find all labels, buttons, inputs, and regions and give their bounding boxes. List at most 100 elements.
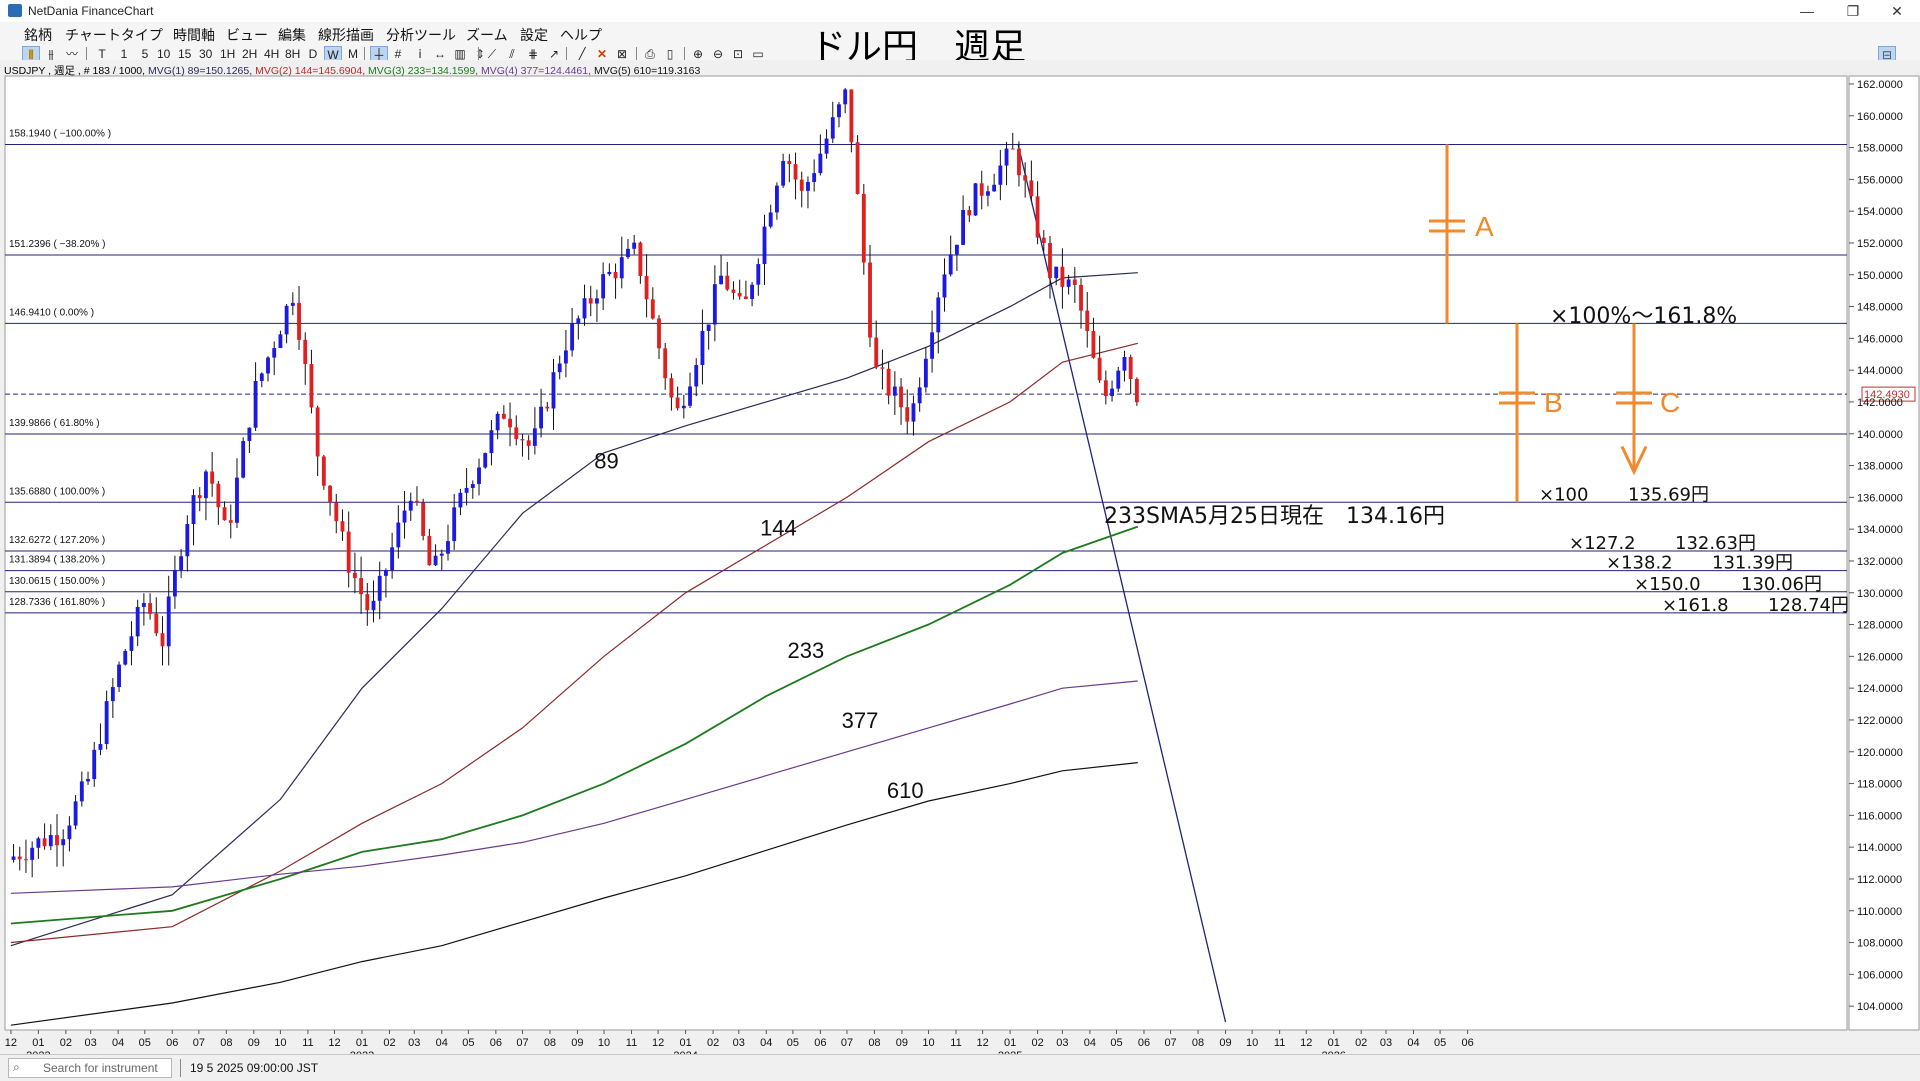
candle-body <box>855 142 860 194</box>
candle-body <box>390 547 395 571</box>
x-month-label: 09 <box>248 1037 260 1049</box>
x-month-label: 08 <box>1192 1037 1204 1049</box>
close-button[interactable]: ✕ <box>1874 0 1920 22</box>
candle-body <box>688 386 692 406</box>
candle-body <box>806 181 810 191</box>
x-month-label: 09 <box>1219 1037 1231 1049</box>
candle-body <box>259 373 264 381</box>
menu-analysis-tools[interactable]: 分析ツール <box>386 25 456 45</box>
menu-line-drawing[interactable]: 線形描画 <box>318 25 374 45</box>
menu-help[interactable]: ヘルプ <box>560 25 602 45</box>
maximize-button[interactable]: ❐ <box>1830 0 1876 22</box>
ma-label-233: 233 <box>788 638 825 663</box>
y-tick-label: 154.0000 <box>1857 206 1903 218</box>
candle-body <box>179 556 184 570</box>
status-time: 19 5 2025 09:00:00 JST <box>190 1061 319 1075</box>
x-month-label: 09 <box>571 1037 583 1049</box>
candle-body <box>1066 279 1071 287</box>
candle-body <box>967 209 972 216</box>
candle-body <box>861 193 866 263</box>
x-month-label: 07 <box>516 1037 528 1049</box>
candle-body <box>1017 148 1021 176</box>
candle-body <box>365 594 370 611</box>
x-month-label: 06 <box>1138 1037 1150 1049</box>
menu-instrument[interactable]: 銘柄 <box>24 25 52 45</box>
candle-body <box>923 358 928 388</box>
y-tick-label: 138.0000 <box>1857 461 1903 473</box>
y-tick-label: 158.0000 <box>1857 143 1903 155</box>
y-tick-label: 124.0000 <box>1857 683 1903 695</box>
candle-body <box>253 380 258 428</box>
candle-body <box>92 749 97 780</box>
candle-body <box>570 323 575 351</box>
y-tick-label: 150.0000 <box>1857 270 1903 282</box>
y-tick-label: 130.0000 <box>1857 588 1903 600</box>
y-tick-label: 132.0000 <box>1857 556 1903 568</box>
x-month-label: 06 <box>814 1037 826 1049</box>
y-tick-label: 118.0000 <box>1857 779 1902 791</box>
candle-body <box>551 372 556 409</box>
y-tick-label: 128.0000 <box>1857 620 1903 632</box>
candle-body <box>402 510 407 523</box>
minimize-button[interactable]: — <box>1784 0 1830 22</box>
candle-body <box>774 185 779 213</box>
candle-body <box>1004 148 1009 166</box>
candle-body <box>48 835 53 847</box>
candle-body <box>1110 388 1114 397</box>
x-month-label: 02 <box>383 1037 395 1049</box>
candle-body <box>321 456 326 486</box>
price-axis-panel <box>1848 75 1920 1031</box>
candle-body <box>818 153 823 174</box>
candle-body <box>1010 148 1015 150</box>
candle-body <box>650 299 655 319</box>
candle-body <box>539 406 544 429</box>
x-month-label: 12 <box>1300 1037 1312 1049</box>
candle-body <box>843 89 848 105</box>
candle-body <box>781 161 786 186</box>
candle-body <box>247 427 252 441</box>
x-month-label: 11 <box>302 1037 313 1049</box>
y-tick-label: 104.0000 <box>1857 1001 1903 1013</box>
candle-body <box>706 324 711 331</box>
menu-view[interactable]: ビュー <box>226 25 268 45</box>
candle-body <box>719 275 723 285</box>
y-tick-label: 110.0000 <box>1857 906 1902 918</box>
y-tick-label: 136.0000 <box>1857 492 1903 504</box>
x-month-label: 09 <box>896 1037 908 1049</box>
candle-body <box>694 365 699 387</box>
menu-chart-type[interactable]: チャートタイプ <box>65 25 163 45</box>
candle-body <box>619 257 624 279</box>
candle-body <box>514 427 519 440</box>
candle-body <box>743 296 748 299</box>
y-tick-label: 156.0000 <box>1857 174 1903 186</box>
fib-level-label: 151.2396 ( −38.20% ) <box>9 239 105 250</box>
x-month-label: 07 <box>193 1037 205 1049</box>
candle-body <box>154 613 159 634</box>
x-month-label: 11 <box>950 1037 961 1049</box>
menu-zoom[interactable]: ズーム <box>466 25 508 45</box>
menu-edit[interactable]: 編集 <box>278 25 306 45</box>
candle-body <box>868 262 872 338</box>
marker-c-label: C <box>1660 387 1680 418</box>
candle-body <box>117 664 121 688</box>
ma-label-89: 89 <box>594 449 618 474</box>
x-month-label: 03 <box>733 1037 745 1049</box>
candle-body <box>837 104 841 118</box>
candle-body <box>595 298 599 304</box>
candle-body <box>830 117 835 139</box>
candle-body <box>352 572 357 579</box>
menu-settings[interactable]: 設定 <box>520 25 548 45</box>
x-month-label: 10 <box>598 1037 610 1049</box>
target-multiplier: ×150.0 <box>1634 574 1701 595</box>
candle-body <box>297 302 301 340</box>
candle-body <box>61 839 66 846</box>
candle-body <box>762 226 767 265</box>
candle-body <box>1116 370 1121 389</box>
instrument-search-input[interactable]: ⌕ Search for instrument <box>8 1058 172 1078</box>
candle-body <box>408 500 413 511</box>
candle-body <box>452 507 457 542</box>
candle-body <box>756 264 761 285</box>
price-chart[interactable]: 158.1940 ( −100.00% ) 151.2396 ( −38.20% … <box>0 60 1920 1054</box>
candle-body <box>954 244 959 255</box>
menu-timeframe[interactable]: 時間軸 <box>173 25 215 45</box>
